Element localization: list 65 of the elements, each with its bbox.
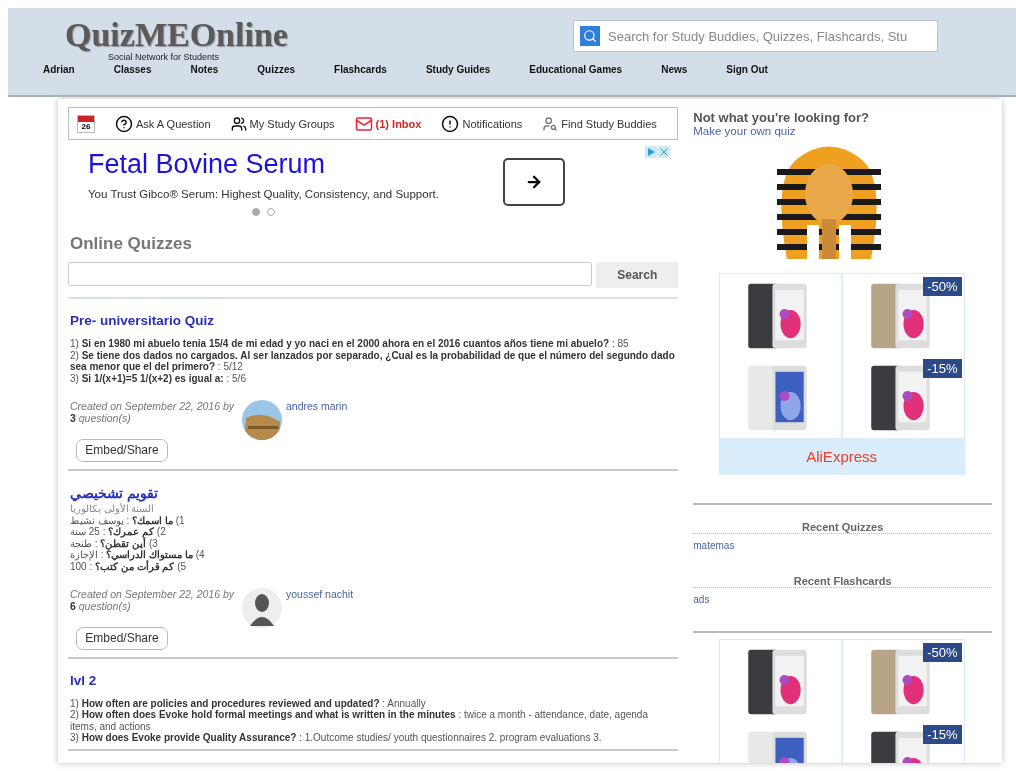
nav-link[interactable]: Study Guides — [425, 64, 491, 75]
sidebar-heading: Not what you're looking for? — [693, 110, 869, 125]
question-count: 3 question(s) — [70, 412, 131, 424]
ad-headline[interactable]: Fetal Bovine Serum — [88, 148, 326, 180]
question-line: 2) Se tiene dos dados no cargados. Al ser lanzados por separado, ¿Cual es la probabilidad de que el número del segundo dado sea menor que el del primero? : 5/12 — [70, 349, 676, 373]
recent-heading: Recent Quizzes — [802, 521, 884, 533]
nav-link[interactable]: News — [661, 64, 688, 75]
embed-share-button[interactable]: Embed/Share — [76, 438, 168, 462]
nav-link[interactable]: Notes — [190, 64, 219, 75]
created-date: Created on September 22, 2016 by — [70, 588, 235, 600]
question-line: 1) How often are policies and procedures reviewed and updated? : Annually — [70, 697, 426, 709]
make-quiz-link[interactable]: Make your own quiz — [693, 125, 796, 137]
discount-badge: -15% — [923, 359, 962, 378]
adchoices-icon[interactable] — [645, 146, 658, 158]
question-count: 6 question(s) — [70, 600, 131, 612]
search-bar[interactable]: Search for Study Buddies, Quizzes, Flashcards, Stu — [573, 20, 938, 52]
quiz-subtitle: السنة الأولى بكالوريا — [70, 502, 155, 515]
alert-icon — [441, 114, 460, 133]
nav-link[interactable]: Sign Out — [726, 64, 768, 75]
toolbar-link[interactable]: Find Study Buddies — [542, 115, 657, 132]
discount-badge: -50% — [923, 277, 962, 296]
group-icon — [230, 115, 247, 132]
quiz-title[interactable]: lvl 2 — [70, 672, 97, 688]
question-line: 3) Si 1/(x+1)=5 1/(x+2) es igual a: : 5/6 — [70, 372, 246, 384]
recent-link[interactable]: ads — [693, 594, 710, 605]
calendar-icon[interactable]: 26 — [77, 114, 95, 133]
nav-link[interactable]: Flashcards — [334, 64, 387, 75]
toolbar-link[interactable]: My Study Groups — [230, 115, 335, 132]
toolbar-link[interactable]: (1) Inbox — [354, 114, 422, 133]
embed-share-button[interactable]: Embed/Share — [76, 626, 168, 650]
recent-heading: Recent Flashcards — [793, 575, 892, 587]
ad-text: You Trust Gibco® Serum: Highest Quality, Consistency, and Support. — [88, 187, 439, 200]
brand-logo: AliExpress — [806, 447, 878, 465]
nav-link[interactable]: Quizzes — [257, 64, 296, 75]
carousel-dot[interactable] — [252, 207, 260, 216]
mail-icon — [354, 114, 373, 133]
question-line: 3) How does Evoke provide Quality Assurance? : 1.Outcome studies/ youth questionnaires 2. program evaluations 3. — [70, 732, 602, 744]
author-link[interactable]: youssef nachit — [286, 588, 354, 600]
toolbar-link[interactable]: Notifications — [441, 114, 523, 133]
nav-link[interactable]: Adrian — [43, 64, 75, 75]
quiz-title[interactable]: Pre- universitario Quiz — [70, 313, 215, 328]
section-title: Online Quizzes — [70, 234, 192, 254]
quiz-title[interactable]: تقويم تشخيصي — [70, 484, 158, 501]
close-icon[interactable] — [658, 146, 671, 158]
created-date: Created on September 22, 2016 by — [70, 400, 235, 412]
search-button[interactable]: Search — [596, 262, 679, 288]
tagline: Social Network for Students — [108, 52, 220, 62]
question-line: 2) How often does Evoke hold formal meetings and what is written in the minutes : twice a month - attendance, date, agenda items, and actions — [70, 709, 649, 732]
nav-link[interactable]: Educational Games — [529, 64, 623, 75]
search-icon — [580, 26, 600, 46]
help-icon — [115, 114, 133, 133]
question-line: 1) Si en 1980 mi abuelo tenia 15/4 de mi edad y yo naci en el 2000 ahora en el 2016 cuantos años tiene mi abuelo? : 85 — [70, 338, 629, 350]
toolbar-link[interactable]: Ask A Question — [115, 114, 211, 133]
nav-link[interactable]: Classes — [113, 64, 152, 75]
user-search-icon — [542, 115, 559, 132]
site-logo[interactable]: QuizMEOnline — [65, 18, 288, 52]
recent-link[interactable]: matemas — [693, 540, 735, 551]
search-field[interactable] — [68, 262, 593, 286]
user-silhouette-icon — [242, 588, 282, 628]
arrow-button[interactable] — [503, 158, 565, 206]
ad-banner[interactable]: -50% -15% AliExpress — [718, 273, 965, 475]
arrow-icon — [525, 173, 543, 191]
discount-badge: -15% — [923, 725, 962, 744]
author-link[interactable]: andres marin — [286, 400, 348, 412]
carousel-dot[interactable] — [267, 207, 275, 216]
